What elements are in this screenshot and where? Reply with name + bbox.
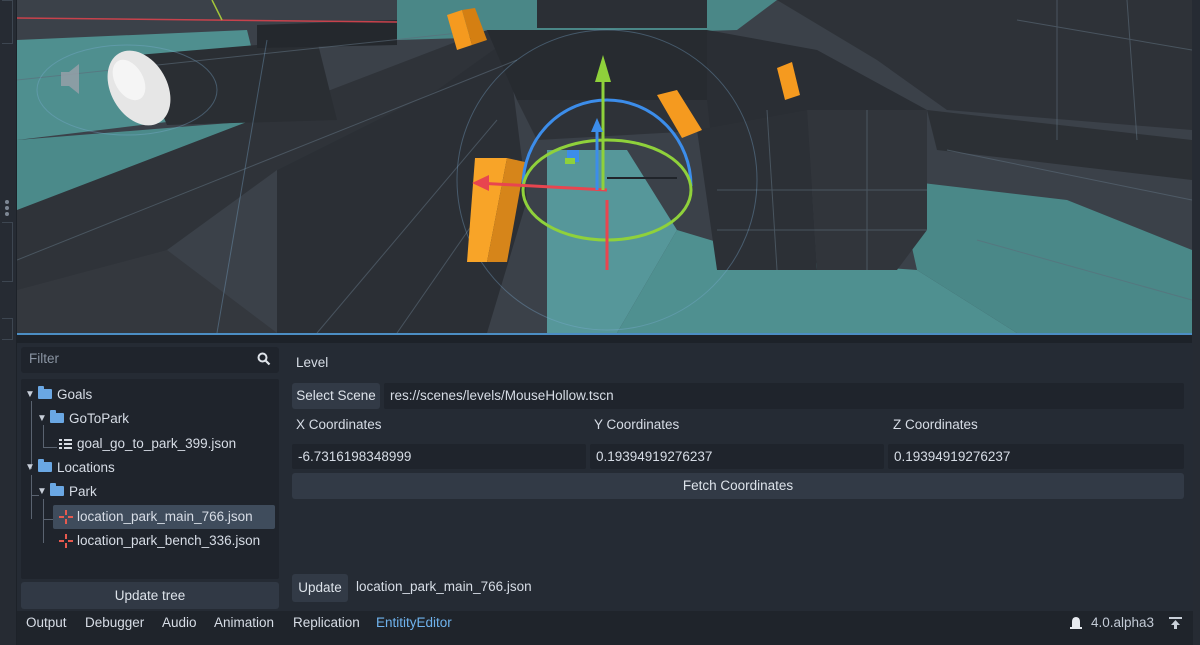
folder-icon: [50, 483, 64, 496]
location-marker-icon: [59, 510, 73, 524]
drag-handle-dot[interactable]: [5, 206, 9, 210]
bottom-dock: Filter ▼ Goals ▼ GoToPark goal_go_to_par…: [17, 343, 1193, 611]
tree-item-park[interactable]: ▼ Park: [37, 480, 275, 504]
chevron-down-icon[interactable]: ▼: [37, 480, 47, 504]
notification-bell-icon[interactable]: [1069, 616, 1083, 630]
scene-render[interactable]: [17, 0, 1192, 333]
chevron-down-icon[interactable]: ▼: [25, 456, 35, 480]
tree-item-goals[interactable]: ▼ Goals: [25, 383, 275, 407]
tree-item-goal-file[interactable]: goal_go_to_park_399.json: [59, 432, 275, 456]
filter-placeholder: Filter: [29, 351, 59, 366]
z-coordinate-field[interactable]: 0.19394919276237: [888, 444, 1184, 469]
tree-item-label: goal_go_to_park_399.json: [77, 436, 237, 451]
location-marker-icon: [59, 534, 73, 548]
tree-item-locations[interactable]: ▼ Locations: [25, 456, 275, 480]
tab-replication[interactable]: Replication: [293, 611, 360, 635]
update-button[interactable]: Update: [292, 574, 348, 602]
fetch-coordinates-button[interactable]: Fetch Coordinates: [292, 473, 1184, 499]
scene-path-field[interactable]: res://scenes/levels/MouseHollow.tscn: [384, 383, 1184, 409]
left-dock-strip: [0, 0, 16, 645]
3d-viewport[interactable]: [17, 0, 1192, 335]
tree-guide-line: [43, 447, 57, 448]
entity-tree[interactable]: ▼ Goals ▼ GoToPark goal_go_to_park_399.j…: [21, 379, 279, 579]
tree-guide-line: [31, 475, 32, 519]
y-coordinate-field[interactable]: 0.19394919276237: [590, 444, 884, 469]
tree-guide-line: [43, 499, 44, 543]
chevron-down-icon[interactable]: ▼: [37, 407, 47, 431]
right-dock-strip: [1192, 0, 1200, 645]
folder-icon: [38, 459, 52, 472]
left-strip-panel-low: [2, 318, 13, 340]
tree-item-label: location_park_bench_336.json: [77, 533, 261, 548]
folder-icon: [38, 386, 52, 399]
x-coordinates-label: X Coordinates: [296, 417, 382, 432]
tree-item-label: Goals: [57, 387, 93, 402]
tree-item-label: GoToPark: [69, 411, 130, 426]
bottom-panel-tabs: Output Debugger Audio Animation Replicat…: [17, 611, 1193, 645]
tab-debugger[interactable]: Debugger: [85, 611, 144, 635]
tab-entitityeditor[interactable]: EntitityEditor: [376, 611, 452, 635]
level-label: Level: [296, 355, 329, 370]
left-strip-panel-mid: [2, 222, 13, 282]
chevron-down-icon[interactable]: ▼: [25, 383, 35, 407]
y-coordinates-label: Y Coordinates: [594, 417, 680, 432]
tab-output[interactable]: Output: [26, 611, 67, 635]
current-file-label: location_park_main_766.json: [356, 579, 532, 594]
tree-item-location-main[interactable]: location_park_main_766.json: [59, 505, 275, 529]
entity-editor-form: Level Select Scene res://scenes/levels/M…: [289, 343, 1193, 611]
z-coordinates-label: Z Coordinates: [893, 417, 978, 432]
goal-list-icon: [59, 439, 72, 449]
tree-item-label: Park: [69, 484, 97, 499]
folder-icon: [50, 410, 64, 423]
drag-handle-dot[interactable]: [5, 200, 9, 204]
update-tree-button[interactable]: Update tree: [21, 582, 279, 609]
version-label: 4.0.alpha3: [1091, 615, 1155, 630]
x-coordinate-field[interactable]: -6.7316198348999: [292, 444, 586, 469]
tree-item-label: location_park_main_766.json: [77, 509, 253, 524]
filter-input[interactable]: Filter: [21, 347, 279, 373]
tree-item-label: Locations: [57, 460, 115, 475]
entity-tree-panel: Filter ▼ Goals ▼ GoToPark goal_go_to_par…: [21, 347, 279, 609]
search-icon[interactable]: [257, 352, 271, 366]
select-scene-button[interactable]: Select Scene: [292, 383, 380, 409]
left-strip-panel-top: [2, 0, 13, 44]
tab-animation[interactable]: Animation: [214, 611, 274, 635]
drag-handle-dot[interactable]: [5, 212, 9, 216]
tree-item-location-bench[interactable]: location_park_bench_336.json: [59, 529, 275, 553]
tree-item-gotopark[interactable]: ▼ GoToPark: [37, 407, 275, 431]
expand-panel-icon[interactable]: [1169, 617, 1182, 629]
tab-audio[interactable]: Audio: [162, 611, 197, 635]
